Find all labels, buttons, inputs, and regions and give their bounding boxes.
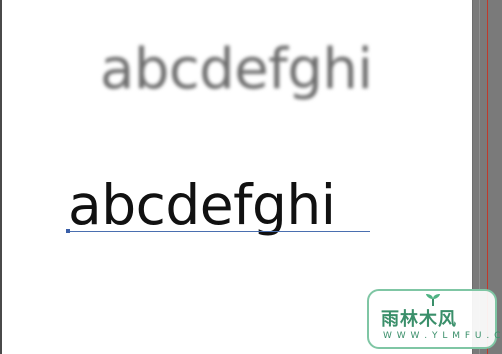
selected-text-sample[interactable]: abcdefghi	[68, 178, 336, 233]
text-anchor-point[interactable]	[66, 229, 70, 233]
app-window: abcdefghi abcdefghi 雨林木风 W W W . Y L M F…	[0, 0, 502, 354]
watermark-logo: 雨林木风 W W W . Y L M F U . C O M	[367, 289, 502, 349]
watermark-url: W W W . Y L M F U . C O M	[383, 331, 502, 341]
watermark-title: 雨林木风	[381, 309, 457, 330]
blurred-text-sample: abcdefghi	[100, 37, 373, 102]
text-baseline-guide	[68, 231, 370, 232]
